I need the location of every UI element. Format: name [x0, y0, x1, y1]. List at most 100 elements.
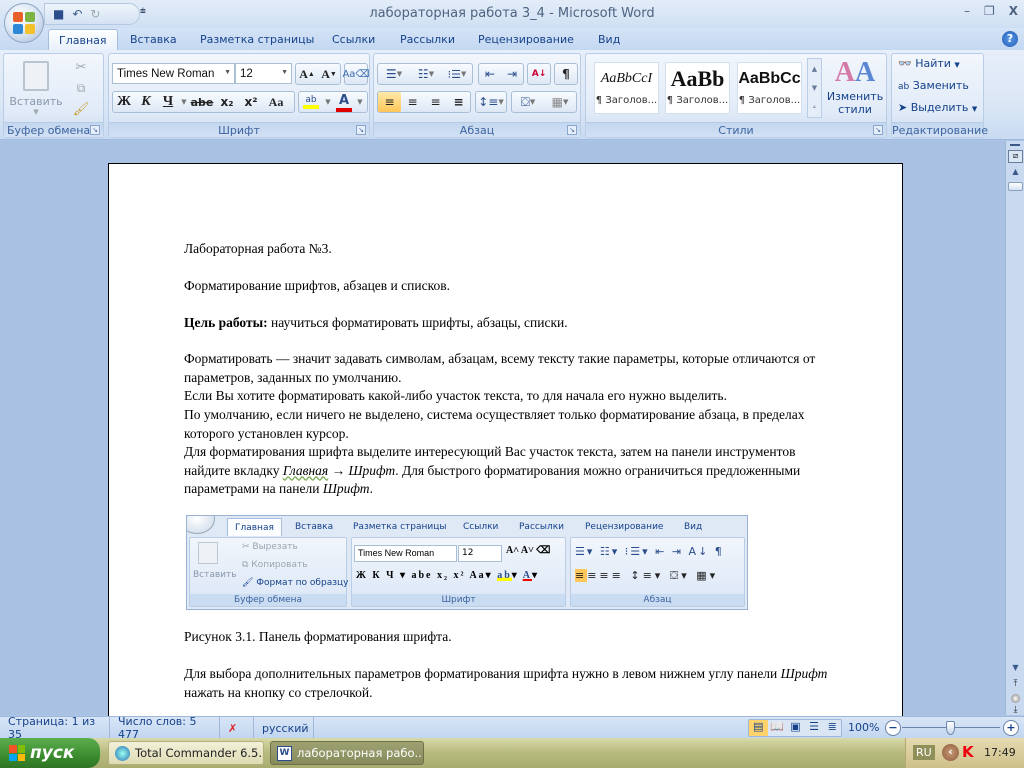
highlight-dropdown-icon[interactable]: ▼ — [323, 92, 333, 112]
tab-insert[interactable]: Вставка — [120, 29, 187, 50]
increase-indent-button[interactable]: ⇥ — [501, 64, 523, 84]
shrink-font-button[interactable]: A ▼ — [318, 64, 340, 84]
strikethrough-button[interactable]: abe — [189, 92, 215, 112]
copy-icon[interactable]: ⧉ — [72, 80, 90, 96]
full-screen-reading-button[interactable]: 📖 — [768, 720, 787, 736]
browse-object-icon[interactable] — [1011, 694, 1020, 703]
zoom-slider-thumb[interactable] — [946, 721, 955, 735]
clear-formatting-button[interactable]: Aa⌫ — [342, 63, 370, 85]
previous-page-icon[interactable]: ⤒ — [1008, 679, 1023, 691]
font-color-button[interactable]: A — [333, 92, 355, 112]
zoom-in-button[interactable]: + — [1003, 720, 1019, 736]
scroll-down-arrow[interactable]: ▼ — [1008, 663, 1023, 677]
styles-dialog-launcher[interactable]: ↘ — [873, 125, 883, 135]
web-layout-button[interactable]: ▣ — [786, 720, 805, 736]
list-toolbar: ☰ ▼ ☷ ▼ ⁝☰ ▼ — [377, 63, 473, 85]
close-button[interactable]: X — [1009, 4, 1018, 18]
tab-mailings[interactable]: Рассылки — [390, 29, 465, 50]
find-button[interactable]: 👓 Найти ▼ — [898, 57, 960, 70]
help-icon[interactable]: ? — [1002, 31, 1018, 47]
outline-view-button[interactable]: ☰ — [805, 720, 824, 736]
superscript-button[interactable]: x² — [239, 92, 263, 112]
align-center-button[interactable]: ≡ — [401, 92, 424, 112]
paragraph-dialog-launcher[interactable]: ↘ — [567, 125, 577, 135]
highlight-button[interactable]: ab — [299, 92, 323, 112]
scroll-up-icon[interactable]: ▲ — [812, 65, 817, 73]
taskbar-item-total-commander[interactable]: Total Commander 6.5... — [108, 741, 264, 765]
format-painter-icon[interactable]: 🖌 — [72, 101, 90, 117]
tab-page-layout[interactable]: Разметка страницы — [190, 29, 324, 50]
select-button[interactable]: ➤ Выделить ▼ — [898, 101, 977, 114]
clipboard-dialog-launcher[interactable]: ↘ — [90, 125, 100, 135]
office-button[interactable] — [4, 3, 44, 43]
shading-button[interactable]: ⛋ ▼ — [512, 92, 544, 112]
font-group-label: Шрифт — [109, 122, 369, 137]
font-size-combo[interactable]: 12 ▼ — [235, 63, 292, 84]
figure-font-group: Times New Roman 12 A˄ A˅ ⌫ Ж К Ч ▾ abe x… — [351, 537, 566, 607]
cut-icon[interactable]: ✂ — [72, 59, 90, 75]
view-ruler-icon[interactable]: ⧄ — [1008, 150, 1023, 163]
clear-formatting-icon: Aa⌫ — [342, 68, 370, 80]
scroll-down-icon[interactable]: ▼ — [812, 84, 817, 92]
show-hidden-icons-button[interactable]: ‹ — [942, 744, 959, 761]
grow-font-button[interactable]: A ▲ — [296, 64, 318, 84]
language-indicator[interactable]: русский — [254, 717, 314, 739]
page-count[interactable]: Страница: 1 из 35 — [0, 715, 110, 741]
bold-button[interactable]: Ж — [113, 92, 135, 112]
minimize-button[interactable]: – — [964, 4, 970, 18]
scroll-up-arrow[interactable]: ▲ — [1008, 167, 1023, 181]
sort-button[interactable]: A↓ — [527, 63, 551, 85]
underline-dropdown-icon[interactable]: ▼ — [179, 92, 189, 112]
ruler-toggle-icon[interactable] — [1010, 144, 1020, 146]
tab-review[interactable]: Рецензирование — [468, 29, 584, 50]
change-styles-button[interactable]: AA Изменить стили — [826, 56, 884, 122]
subscript-button[interactable]: x₂ — [215, 92, 239, 112]
restore-button[interactable]: ❐ — [984, 4, 995, 18]
zoom-out-button[interactable]: − — [885, 720, 901, 736]
paste-button[interactable]: Вставить ▼ — [9, 58, 63, 118]
italic-button[interactable]: К — [135, 92, 157, 112]
multilevel-list-button[interactable]: ⁝☰ ▼ — [442, 64, 472, 84]
taskbar-item-word[interactable]: W лабораторная рабо... — [270, 741, 424, 765]
font-group: Times New Roman ▼ 12 ▼ A ▲ A ▼ Aa⌫ Ж К Ч ▼ a… — [108, 53, 370, 138]
justify-button[interactable]: ≡ — [447, 92, 470, 112]
line-spacing-button[interactable]: ↕≡ ▼ — [475, 91, 507, 113]
font-color-dropdown-icon[interactable]: ▼ — [355, 92, 365, 112]
figure-copy: ⧉ Копировать — [242, 560, 308, 570]
figure-tab: Рецензирование — [585, 522, 664, 532]
scroll-thumb[interactable] — [1008, 182, 1023, 191]
font-dialog-launcher[interactable]: ↘ — [356, 125, 366, 135]
replace-button[interactable]: ab Заменить — [898, 79, 969, 92]
start-button[interactable]: пуск — [0, 738, 100, 768]
show-marks-button[interactable]: ¶ — [554, 63, 578, 85]
kaspersky-icon[interactable]: K — [962, 743, 974, 761]
align-right-button[interactable]: ≡ — [424, 92, 447, 112]
style-card-heading-1[interactable]: AaBb ¶ Заголов... — [665, 62, 730, 114]
style-card-heading-2[interactable]: AaBbCc ¶ Заголов... — [737, 62, 802, 114]
tab-home[interactable]: Главная — [48, 29, 118, 50]
style-card-heading[interactable]: AaBbCcI ¶ Заголов... — [594, 62, 659, 114]
numbering-button[interactable]: ☷ ▼ — [410, 64, 442, 84]
styles-gallery-scroll[interactable]: ▲ ▼ ⩡ — [807, 58, 822, 118]
spelling-check-icon[interactable]: ✗ — [220, 717, 254, 739]
highlight-color-swatch — [303, 105, 319, 109]
windows-logo-icon — [9, 745, 25, 761]
decrease-indent-button[interactable]: ⇤ — [479, 64, 501, 84]
tab-references[interactable]: Ссылки — [322, 29, 385, 50]
print-layout-view-button[interactable]: ▤ — [749, 720, 768, 736]
zoom-level[interactable]: 100% — [848, 721, 879, 734]
word-count[interactable]: Число слов: 5 477 — [110, 715, 220, 741]
gallery-more-icon[interactable]: ⩡ — [813, 103, 817, 112]
vertical-scrollbar[interactable]: ⧄ ▲ ▼ ⤒ ⤓ — [1005, 141, 1024, 715]
change-case-button[interactable]: Aa — [263, 92, 289, 112]
draft-view-button[interactable]: ≣ — [823, 720, 841, 736]
font-name-combo[interactable]: Times New Roman ▼ — [112, 63, 235, 84]
language-bar[interactable]: RU — [913, 745, 935, 760]
underline-button[interactable]: Ч — [157, 92, 179, 112]
styles-group-label: Стили — [586, 122, 886, 137]
borders-button[interactable]: ▦ ▼ — [544, 92, 576, 112]
align-left-button[interactable]: ≡ — [378, 92, 401, 112]
tab-view[interactable]: Вид — [588, 29, 630, 50]
bullets-button[interactable]: ☰ ▼ — [378, 64, 410, 84]
figure-tab: Разметка страницы — [353, 522, 447, 532]
